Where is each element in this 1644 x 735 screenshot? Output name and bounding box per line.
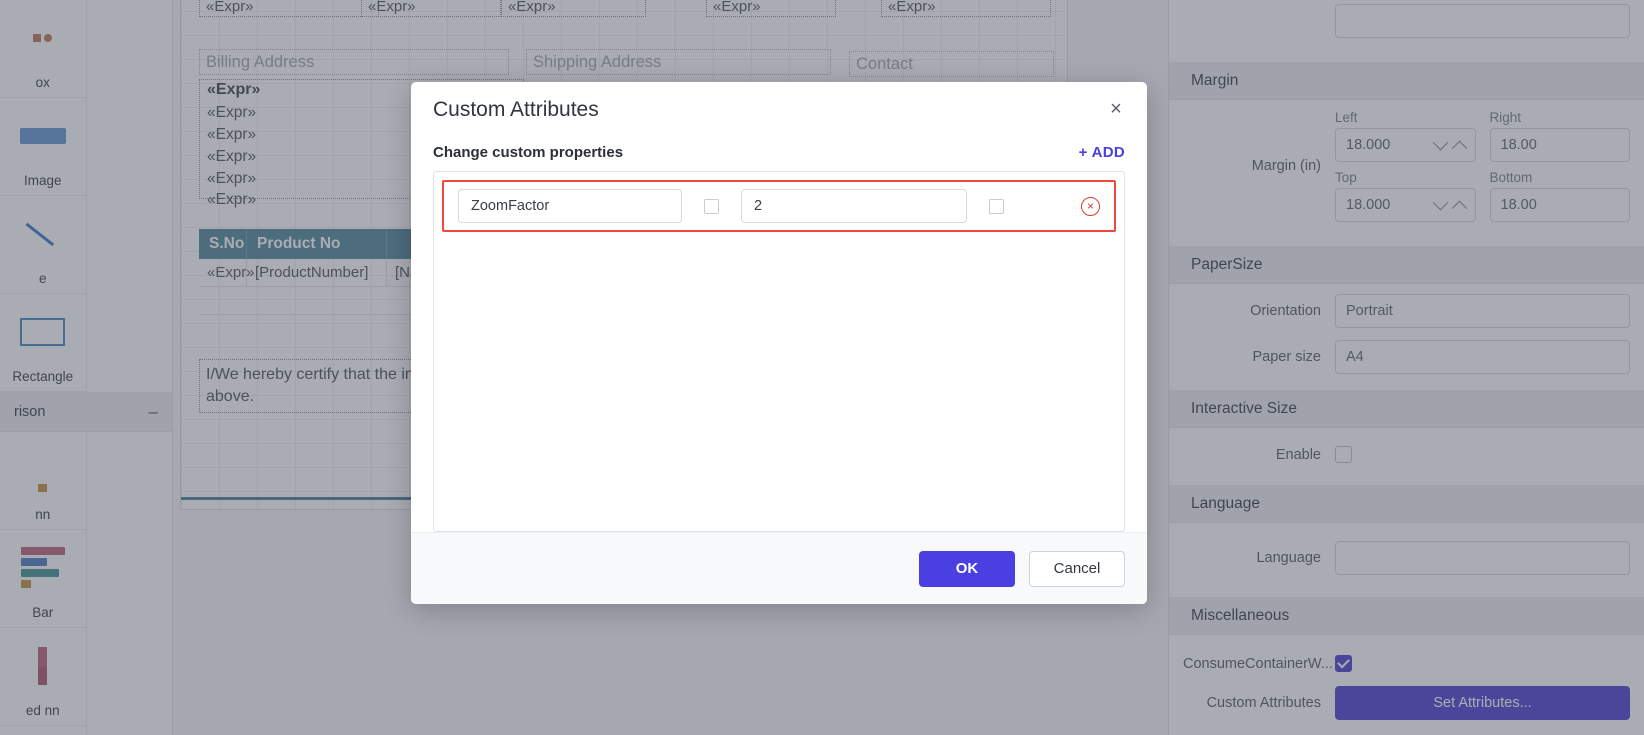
ok-button[interactable]: OK <box>919 550 1015 587</box>
delete-attribute-icon[interactable]: × <box>1081 196 1100 216</box>
dialog-subtitle: Change custom properties <box>433 144 624 161</box>
attribute-key-input[interactable]: ZoomFactor <box>458 189 682 223</box>
attribute-key-checkbox[interactable] <box>704 198 719 214</box>
attribute-value-input[interactable]: 2 <box>741 189 967 223</box>
add-attribute-button[interactable]: + ADD <box>1079 144 1125 161</box>
cancel-button[interactable]: Cancel <box>1029 550 1125 587</box>
custom-attributes-dialog: Custom Attributes × Change custom proper… <box>411 82 1147 604</box>
dialog-subheader: Change custom properties + ADD <box>411 138 1147 171</box>
dialog-header: Custom Attributes × <box>411 82 1147 138</box>
attribute-value-checkbox[interactable] <box>989 198 1004 214</box>
attribute-row[interactable]: ZoomFactor 2 × <box>442 180 1116 232</box>
dialog-title: Custom Attributes <box>433 98 599 121</box>
close-icon[interactable]: × <box>1103 96 1129 122</box>
dialog-footer: OK Cancel <box>411 532 1147 604</box>
application-window: ox Image e Rectangle rison – nn Bar ed n… <box>0 0 1644 735</box>
attributes-list: ZoomFactor 2 × <box>433 171 1125 532</box>
